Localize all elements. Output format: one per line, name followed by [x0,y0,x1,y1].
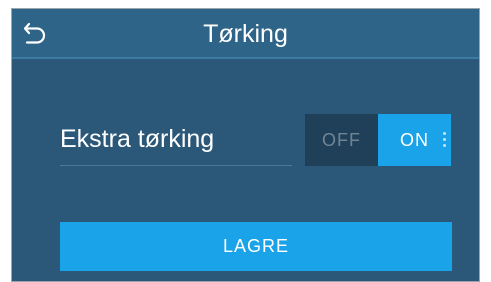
extra-drying-toggle[interactable]: OFF ON [305,114,451,166]
toggle-on-label: ON [400,129,429,150]
setting-label: Ekstra tørking [60,125,215,153]
divider [60,165,292,166]
save-button[interactable]: LAGRE [60,222,452,271]
page-title: Tørking [203,20,288,48]
grip-icon [443,132,446,148]
toggle-on-option[interactable]: ON [378,114,451,166]
header-bar: Tørking [12,9,479,59]
setting-row-extra-drying: Ekstra tørking OFF ON [60,114,451,166]
toggle-off-option[interactable]: OFF [305,114,378,166]
screen: Tørking Ekstra tørking OFF ON LAGRE [11,8,480,282]
